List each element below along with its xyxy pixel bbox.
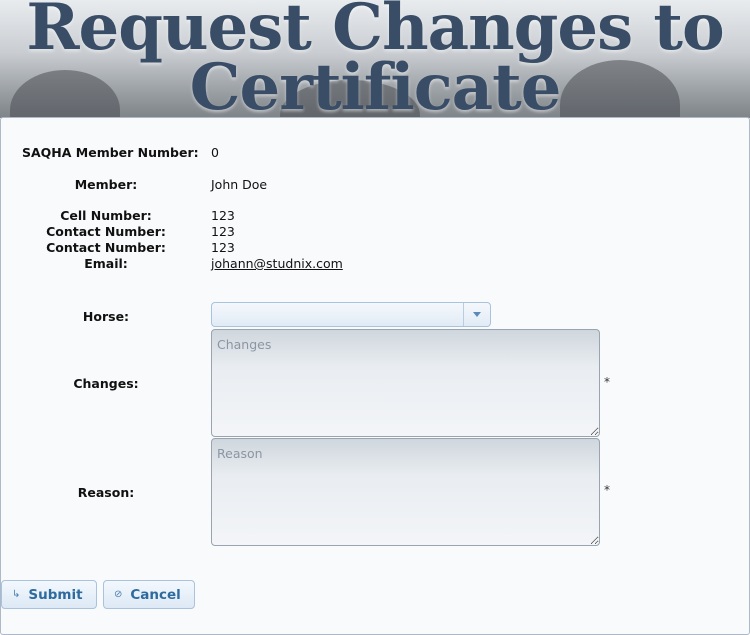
page-title: Request Changes to Certificate	[26, 0, 724, 118]
saqha-number-value: 0	[211, 145, 219, 160]
arrow-right-icon: ↳	[12, 589, 21, 600]
submit-button-label: Submit	[28, 586, 83, 603]
cell-number-value: 123	[211, 208, 235, 223]
cell-number-label: Cell Number:	[60, 208, 152, 223]
dropdown-arrow-button[interactable]	[463, 303, 490, 326]
horse-select[interactable]	[211, 302, 491, 327]
email-label: Email:	[84, 256, 128, 271]
chevron-down-icon	[473, 312, 481, 317]
member-label: Member:	[74, 177, 138, 192]
submit-button[interactable]: ↳ Submit	[1, 580, 97, 609]
reason-label: Reason:	[77, 485, 135, 500]
cancel-circle-icon: ⊘	[114, 589, 123, 600]
contact-number-value: 123	[211, 224, 235, 239]
changes-textarea[interactable]	[211, 329, 600, 437]
reason-required-mark: *	[604, 483, 610, 497]
saqha-number-label: SAQHA Member Number:	[22, 145, 199, 160]
member-value: John Doe	[211, 177, 268, 192]
cancel-button-label: Cancel	[130, 586, 181, 603]
changes-required-mark: *	[604, 375, 610, 389]
page-header: Request Changes to Certificate	[0, 0, 750, 118]
reason-textarea[interactable]	[211, 438, 600, 546]
cancel-button[interactable]: ⊘ Cancel	[103, 580, 195, 609]
contact-number-value-2: 123	[211, 240, 235, 255]
contact-number-label-2: Contact Number:	[46, 240, 166, 255]
changes-label: Changes:	[73, 376, 139, 391]
contact-number-label: Contact Number:	[46, 224, 166, 239]
email-link[interactable]: johann@studnix.com	[211, 256, 343, 271]
horse-label: Horse:	[82, 309, 130, 324]
